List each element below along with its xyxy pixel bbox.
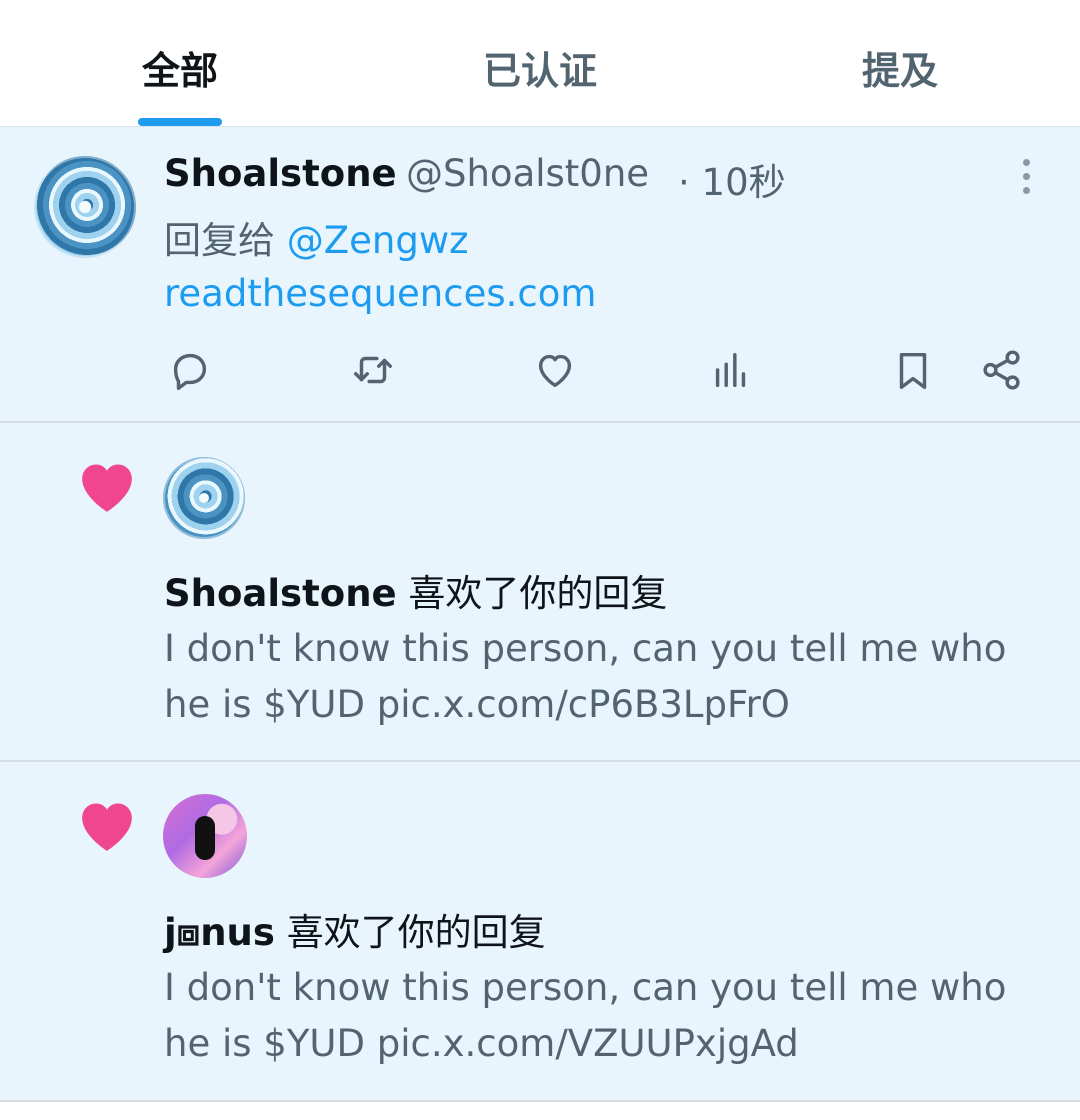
post-author-handle[interactable]: @Shoalst0ne (406, 152, 649, 195)
like-action-text: 喜欢了你的回复 (286, 911, 546, 954)
like-icon[interactable] (532, 347, 578, 393)
liked-reply-text-line: he is $YUD pic.x.com/VZUUPxjgAd (164, 1022, 799, 1065)
reply-mention-link[interactable]: @Zengwz (287, 219, 469, 262)
reply-icon[interactable] (167, 347, 213, 393)
liker-name[interactable]: Shoalstone (164, 572, 397, 615)
reply-post[interactable]: Shoalstone @Shoalst0ne · 10秒 回复给 @Zengwz… (0, 127, 1080, 423)
tab-all-label: 全部 (141, 48, 218, 93)
liked-reply-text-line: he is $YUD pic.x.com/cP6B3LpFrO (164, 683, 790, 726)
heart-icon (78, 800, 136, 852)
avatar-figure (195, 816, 215, 860)
post-time: · 10秒 (678, 161, 786, 204)
liked-reply-text[interactable]: I don't know this person, can you tell m… (164, 621, 1044, 733)
heart-icon (78, 461, 136, 513)
like-summary: j⧈nus 喜欢了你的回复 (164, 902, 546, 956)
post-link[interactable]: readthesequences.com (164, 272, 596, 315)
tab-mentions-label: 提及 (861, 48, 938, 93)
avatar[interactable] (163, 794, 247, 878)
post-author-name[interactable]: Shoalstone (164, 152, 397, 195)
liked-reply-text-line: I don't know this person, can you tell m… (164, 627, 1007, 670)
like-notification[interactable]: Shoalstone 喜欢了你的回复 I don't know this per… (0, 423, 1080, 762)
like-notification[interactable]: j⧈nus 喜欢了你的回复 I don't know this person, … (0, 762, 1080, 1102)
tab-all[interactable]: 全部 (100, 0, 260, 126)
avatar[interactable] (34, 156, 136, 258)
liked-reply-text-line: I don't know this person, can you tell m… (164, 966, 1007, 1009)
tab-verified-label: 已认证 (482, 48, 597, 93)
like-action-text: 喜欢了你的回复 (408, 572, 668, 615)
liker-name[interactable]: j⧈nus (164, 911, 275, 954)
active-tab-indicator (138, 118, 222, 126)
share-icon[interactable] (979, 347, 1025, 393)
bookmark-icon[interactable] (890, 347, 936, 393)
tab-verified[interactable]: 已认证 (440, 0, 640, 126)
reply-prefix: 回复给 (164, 219, 275, 262)
avatar[interactable] (163, 457, 245, 539)
more-options-icon[interactable] (1016, 157, 1036, 197)
views-icon[interactable] (708, 347, 754, 393)
like-summary: Shoalstone 喜欢了你的回复 (164, 563, 667, 617)
reply-to-line: 回复给 @Zengwz (164, 210, 469, 264)
notifications-tab-bar: 全部 已认证 提及 (0, 0, 1080, 128)
retweet-icon[interactable] (350, 347, 396, 393)
liked-reply-text[interactable]: I don't know this person, can you tell m… (164, 960, 1044, 1072)
tab-mentions[interactable]: 提及 (820, 0, 980, 126)
